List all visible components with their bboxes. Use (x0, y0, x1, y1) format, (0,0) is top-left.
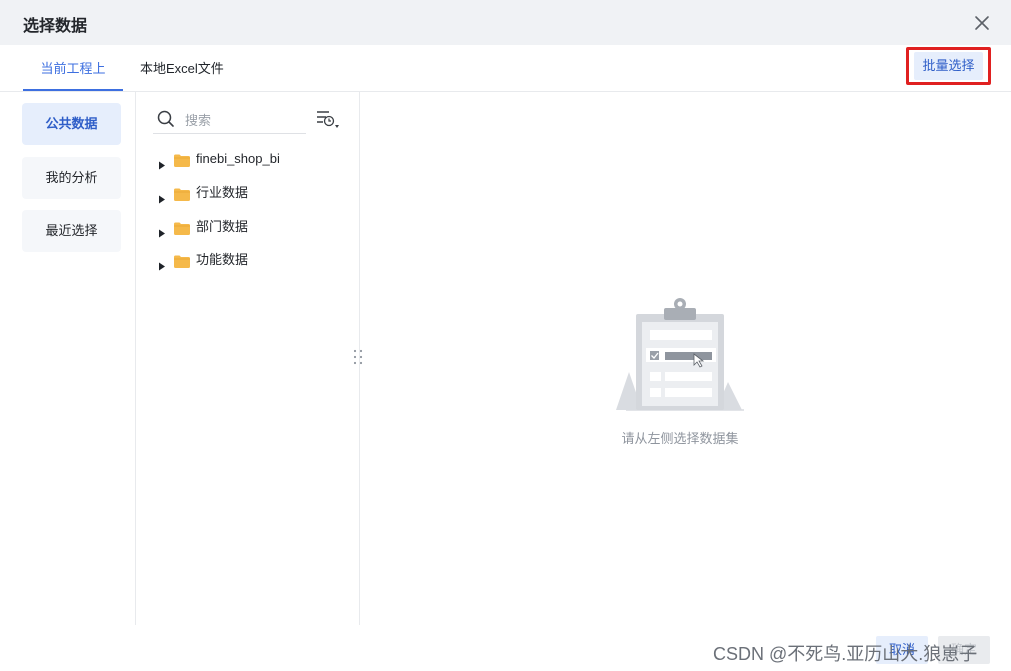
tree-item-label: 功能数据 (196, 252, 249, 267)
empty-clipboard-illustration (612, 296, 748, 414)
nav-my-analysis[interactable]: 我的分析 (22, 157, 121, 199)
tree-item-label: 部门数据 (196, 219, 249, 234)
search-icon (157, 110, 175, 128)
batch-select-highlight: 批量选择 (906, 47, 991, 85)
left-nav: 公共数据 我的分析 最近选择 (0, 91, 136, 625)
close-icon[interactable] (971, 12, 993, 34)
folder-icon (174, 186, 190, 201)
dialog-title: 选择数据 (23, 18, 88, 35)
tree-item-label: 行业数据 (196, 185, 249, 200)
expand-arrow-icon[interactable] (158, 256, 166, 271)
nav-public-data[interactable]: 公共数据 (22, 103, 121, 145)
nav-recent-selection[interactable]: 最近选择 (22, 210, 121, 252)
expand-arrow-icon[interactable] (158, 189, 166, 204)
tab-current-project[interactable]: 当前工程上 (23, 45, 123, 91)
search-input[interactable] (183, 109, 305, 131)
folder-icon (174, 253, 190, 268)
expand-arrow-icon[interactable] (158, 223, 166, 238)
watermark: CSDN @不死鸟.亚历山大.狼崽子 (713, 644, 978, 664)
folder-icon (174, 220, 190, 235)
batch-select-button[interactable]: 批量选择 (914, 52, 983, 80)
folder-icon (174, 152, 190, 167)
empty-state-text: 请从左侧选择数据集 (621, 431, 739, 446)
tree-item-label: finebi_shop_bi (196, 151, 280, 166)
dialog-header: 选择数据 (0, 0, 1011, 45)
panel-resize-handle[interactable] (352, 348, 364, 368)
data-tree-panel: finebi_shop_bi 行业数据 部门数据 功能数据 (136, 91, 360, 625)
source-tabs: 当前工程上 本地Excel文件 (0, 45, 1011, 92)
sort-filter-icon[interactable] (314, 108, 342, 132)
expand-arrow-icon[interactable] (158, 155, 166, 170)
tab-local-excel[interactable]: 本地Excel文件 (140, 45, 224, 90)
search-box (153, 105, 306, 134)
